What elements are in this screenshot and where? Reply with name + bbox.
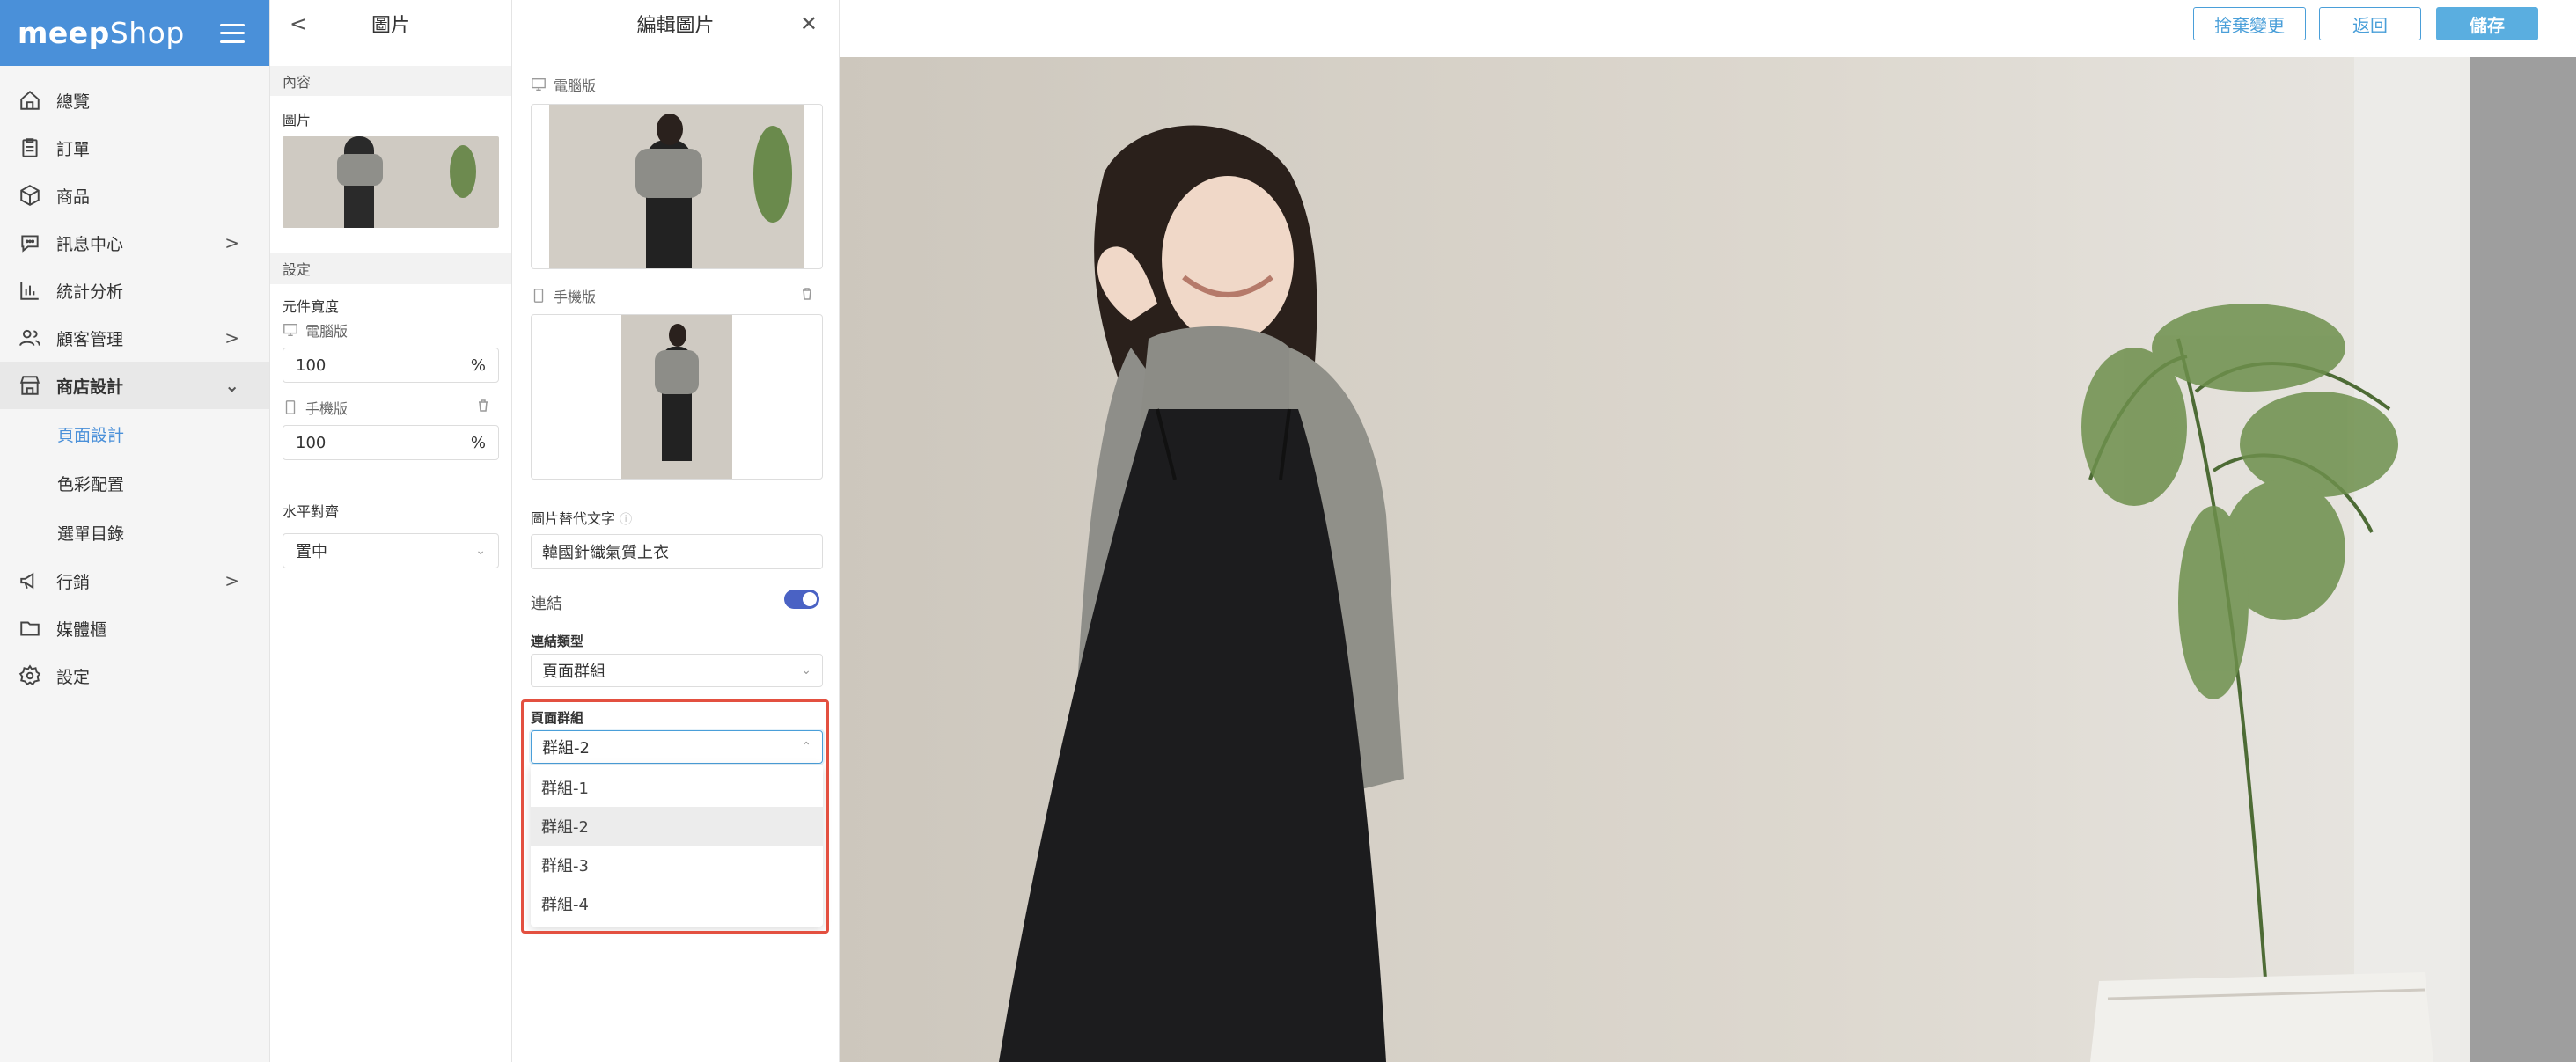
sidebar-header: meepShop bbox=[0, 0, 269, 66]
sidebar-item-label: 總覽 bbox=[56, 92, 91, 112]
save-button[interactable]: 儲存 bbox=[2436, 7, 2538, 40]
sidebar-nav: 總覽 訂單 商品 訊息中心 > 統計分析 顧客管理 > 商店設計 ⌄ 頁面設計 … bbox=[0, 77, 269, 699]
discard-changes-button[interactable]: 捨棄變更 bbox=[2193, 7, 2306, 40]
link-toggle[interactable] bbox=[784, 590, 819, 609]
sidebar-item-label: 行銷 bbox=[56, 572, 91, 592]
users-icon bbox=[18, 326, 42, 350]
mobile-width-label: 手機版 bbox=[270, 397, 511, 418]
link-label: 連結 bbox=[531, 595, 562, 613]
gear-icon bbox=[18, 663, 42, 688]
sidebar-subitem-menu[interactable]: 選單目錄 bbox=[0, 508, 269, 557]
sidebar-item-settings[interactable]: 設定 bbox=[0, 652, 269, 699]
horizontal-align-label: 水平對齊 bbox=[283, 503, 340, 520]
link-type-value: 頁面群組 bbox=[542, 663, 605, 681]
sidebar-item-store-design[interactable]: 商店設計 ⌄ bbox=[0, 362, 269, 409]
top-bar: 捨棄變更 返回 儲存 bbox=[840, 0, 2576, 57]
alt-text-input[interactable]: 韓國針織氣質上衣 bbox=[531, 534, 823, 569]
sidebar-item-messages[interactable]: 訊息中心 > bbox=[0, 219, 269, 267]
mobile-width-input[interactable]: 100 % bbox=[283, 425, 499, 460]
sidebar-subitem-colors[interactable]: 色彩配置 bbox=[0, 458, 269, 508]
close-icon[interactable]: ✕ bbox=[800, 11, 818, 36]
bar-chart-icon bbox=[18, 278, 42, 303]
sidebar-item-label: 設定 bbox=[56, 667, 91, 687]
sidebar-item-marketing[interactable]: 行銷 > bbox=[0, 557, 269, 604]
percent-unit: % bbox=[470, 433, 486, 452]
sidebar-item-label: 統計分析 bbox=[56, 282, 124, 302]
brand-logo-light: Shop bbox=[109, 16, 185, 50]
sidebar-item-label: 商品 bbox=[56, 187, 91, 207]
properties-panel: < 圖片 內容 圖片 設定 元件寬度 電腦版 100 % 手機版 100 % 水… bbox=[270, 0, 512, 1062]
mobile-icon bbox=[285, 400, 296, 414]
sidebar-item-label: 顧客管理 bbox=[56, 329, 124, 349]
brand-logo-bold: meep bbox=[18, 16, 110, 50]
trash-icon[interactable] bbox=[800, 287, 821, 304]
home-icon bbox=[18, 88, 42, 113]
help-icon[interactable]: ⓘ bbox=[620, 513, 632, 527]
alt-text-label: 圖片替代文字 ⓘ bbox=[531, 510, 633, 527]
highlight-box bbox=[521, 699, 829, 934]
edit-image-title: 編輯圖片 bbox=[636, 15, 715, 37]
sidebar-item-label: 訂單 bbox=[56, 139, 91, 159]
chat-icon bbox=[18, 231, 42, 255]
chevron-right-icon: > bbox=[224, 327, 239, 348]
clipboard-icon bbox=[18, 135, 42, 160]
hamburger-menu-icon[interactable] bbox=[220, 23, 245, 43]
sidebar-item-media[interactable]: 媒體櫃 bbox=[0, 604, 269, 652]
sidebar-item-customers[interactable]: 顧客管理 > bbox=[0, 314, 269, 362]
sidebar-item-orders[interactable]: 訂單 bbox=[0, 124, 269, 172]
chevron-right-icon: > bbox=[224, 570, 239, 591]
preview-photo bbox=[840, 57, 2470, 1062]
brand-logo[interactable]: meepShop bbox=[18, 16, 185, 50]
store-icon bbox=[18, 373, 42, 398]
properties-title: 圖片 bbox=[371, 15, 410, 37]
sidebar-item-label: 商店設計 bbox=[56, 377, 124, 397]
edit-image-header: 編輯圖片 ✕ bbox=[512, 0, 839, 48]
desktop-icon bbox=[532, 78, 546, 91]
trash-icon[interactable] bbox=[476, 399, 497, 416]
back-arrow-icon[interactable]: < bbox=[290, 11, 307, 36]
sidebar-item-label: 媒體櫃 bbox=[56, 619, 107, 640]
box-icon bbox=[18, 183, 42, 208]
sidebar-item-products[interactable]: 商品 bbox=[0, 172, 269, 219]
content-section-header: 內容 bbox=[270, 66, 511, 96]
link-type-label: 連結類型 bbox=[531, 634, 584, 649]
link-type-select[interactable]: 頁面群組 ⌄ bbox=[531, 654, 823, 687]
chevron-down-icon: ⌄ bbox=[801, 663, 811, 677]
sidebar-item-overview[interactable]: 總覽 bbox=[0, 77, 269, 124]
mobile-image-preview[interactable] bbox=[531, 314, 823, 480]
desktop-icon bbox=[283, 324, 297, 336]
desktop-width-label: 電腦版 bbox=[270, 319, 511, 341]
desktop-image-preview[interactable] bbox=[531, 104, 823, 269]
chevron-down-icon: ⌄ bbox=[475, 544, 486, 558]
properties-header: < 圖片 bbox=[270, 0, 511, 48]
desktop-width-input[interactable]: 100 % bbox=[283, 348, 499, 383]
page-preview-canvas[interactable] bbox=[840, 57, 2470, 1062]
chevron-right-icon: > bbox=[224, 232, 239, 253]
chevron-down-icon: ⌄ bbox=[224, 375, 239, 396]
canvas-margin bbox=[2470, 57, 2576, 1062]
sidebar-item-label: 訊息中心 bbox=[56, 234, 124, 254]
desktop-width-value: 100 bbox=[296, 355, 327, 375]
image-thumbnail[interactable] bbox=[283, 136, 499, 228]
sidebar-item-analytics[interactable]: 統計分析 bbox=[0, 267, 269, 314]
desktop-image-label: 電腦版 bbox=[518, 74, 596, 95]
element-width-label: 元件寬度 bbox=[283, 298, 340, 315]
mobile-image-label: 手機版 bbox=[518, 285, 823, 306]
percent-unit: % bbox=[470, 355, 486, 375]
mobile-width-value: 100 bbox=[296, 433, 327, 452]
sidebar-subitem-page-design[interactable]: 頁面設計 bbox=[0, 409, 269, 458]
folder-icon bbox=[18, 616, 42, 641]
image-label: 圖片 bbox=[283, 112, 312, 128]
back-button[interactable]: 返回 bbox=[2319, 7, 2421, 40]
settings-section-header: 設定 bbox=[270, 253, 511, 284]
megaphone-icon bbox=[18, 568, 42, 593]
horizontal-align-select[interactable]: 置中 ⌄ bbox=[283, 533, 499, 568]
sidebar: meepShop 總覽 訂單 商品 訊息中心 > 統計分析 顧客管理 > 商店設… bbox=[0, 0, 270, 1062]
mobile-icon bbox=[533, 289, 544, 303]
horizontal-align-value: 置中 bbox=[296, 543, 327, 561]
